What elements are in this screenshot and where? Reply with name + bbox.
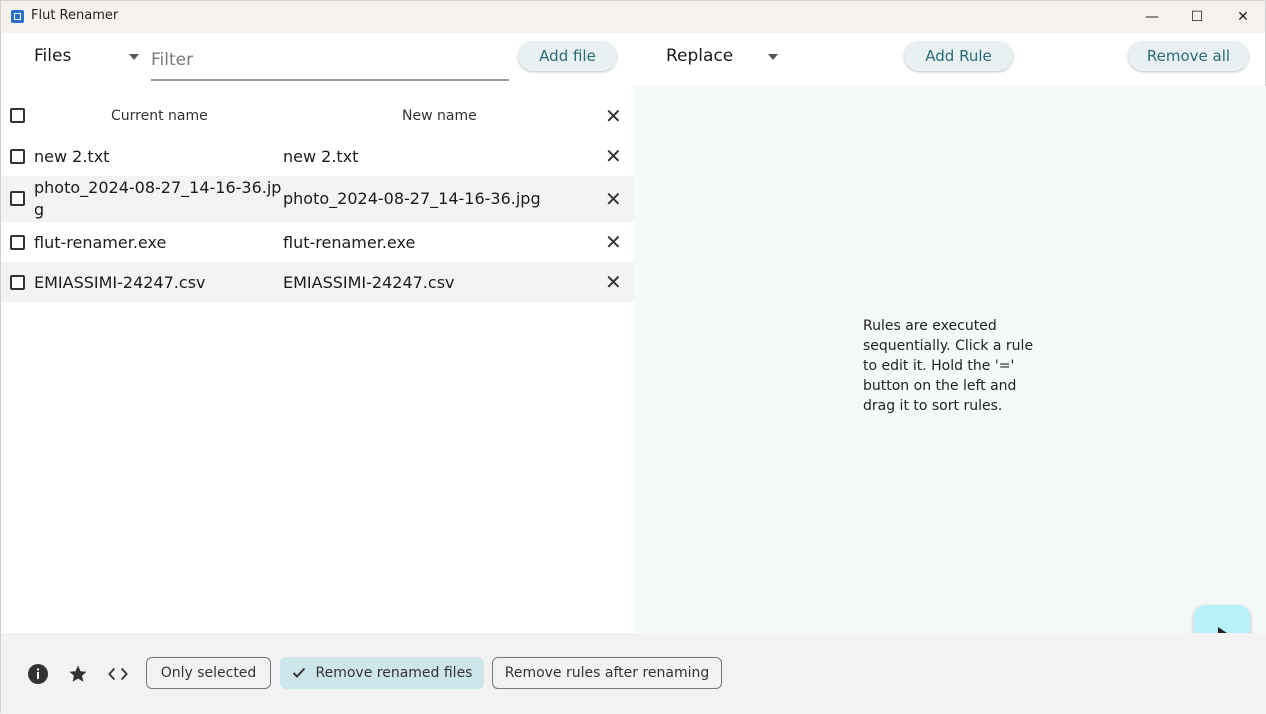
row-checkbox[interactable] (10, 275, 25, 290)
rule-type-dropdown-label[interactable]: Replace (666, 46, 733, 66)
table-row[interactable]: new 2.txt new 2.txt ✕ (1, 136, 634, 176)
checkmark-icon (292, 667, 305, 678)
add-file-button[interactable]: Add file (518, 41, 617, 71)
remove-all-button[interactable]: Remove all (1128, 41, 1249, 71)
app-window: Flut Renamer — ☐ ✕ Files Add file Replac… (0, 0, 1266, 714)
table-header: Current name New name ✕ (1, 96, 634, 136)
table-row[interactable]: photo_2024-08-27_14-16-36.jp g photo_202… (1, 176, 634, 222)
new-name: photo_2024-08-27_14-16-36.jpg (283, 189, 541, 208)
current-name: EMIASSIMI-24247.csv (34, 273, 206, 292)
current-name: flut-renamer.exe (34, 233, 167, 252)
new-name: flut-renamer.exe (283, 233, 416, 252)
table-row[interactable]: EMIASSIMI-24247.csv EMIASSIMI-24247.csv … (1, 262, 634, 302)
current-name: photo_2024-08-27_14-16-36.jp g (34, 178, 282, 219)
remove-row-icon[interactable]: ✕ (605, 272, 622, 292)
column-current-name: Current name (111, 108, 208, 124)
filter-input[interactable] (151, 41, 509, 81)
add-rule-button[interactable]: Add Rule (904, 41, 1013, 71)
row-checkbox[interactable] (10, 235, 25, 250)
remove-row-icon[interactable]: ✕ (605, 232, 622, 252)
remove-selected-icon[interactable]: ✕ (605, 106, 622, 126)
close-window-button[interactable]: ✕ (1220, 1, 1266, 33)
new-name: EMIASSIMI-24247.csv (283, 273, 455, 292)
title-bar: Flut Renamer — ☐ ✕ (1, 1, 1265, 33)
remove-row-icon[interactable]: ✕ (605, 189, 622, 209)
row-checkbox[interactable] (10, 191, 25, 206)
table-row[interactable]: flut-renamer.exe flut-renamer.exe ✕ (1, 222, 634, 262)
star-icon[interactable] (68, 664, 88, 684)
rules-help-text: Rules are executed sequentially. Click a… (863, 318, 1034, 414)
column-new-name: New name (402, 108, 477, 124)
remove-renamed-files-chip[interactable]: Remove renamed files (280, 657, 484, 689)
files-dropdown-icon[interactable] (129, 54, 139, 60)
remove-renamed-files-label: Remove renamed files (315, 665, 473, 681)
files-dropdown-label[interactable]: Files (34, 46, 71, 66)
remove-rules-after-renaming-chip[interactable]: Remove rules after renaming (492, 657, 722, 689)
info-icon[interactable] (28, 664, 48, 684)
new-name: new 2.txt (283, 147, 359, 166)
maximize-button[interactable]: ☐ (1174, 1, 1220, 33)
only-selected-chip[interactable]: Only selected (146, 657, 271, 689)
current-name: new 2.txt (34, 147, 110, 166)
select-all-checkbox[interactable] (10, 108, 25, 123)
window-title: Flut Renamer (31, 8, 119, 23)
row-checkbox[interactable] (10, 149, 25, 164)
code-icon[interactable] (108, 664, 128, 684)
minimize-button[interactable]: — (1129, 1, 1175, 33)
remove-row-icon[interactable]: ✕ (605, 146, 622, 166)
app-logo-icon (11, 10, 24, 23)
rule-type-dropdown-icon[interactable] (768, 54, 778, 60)
